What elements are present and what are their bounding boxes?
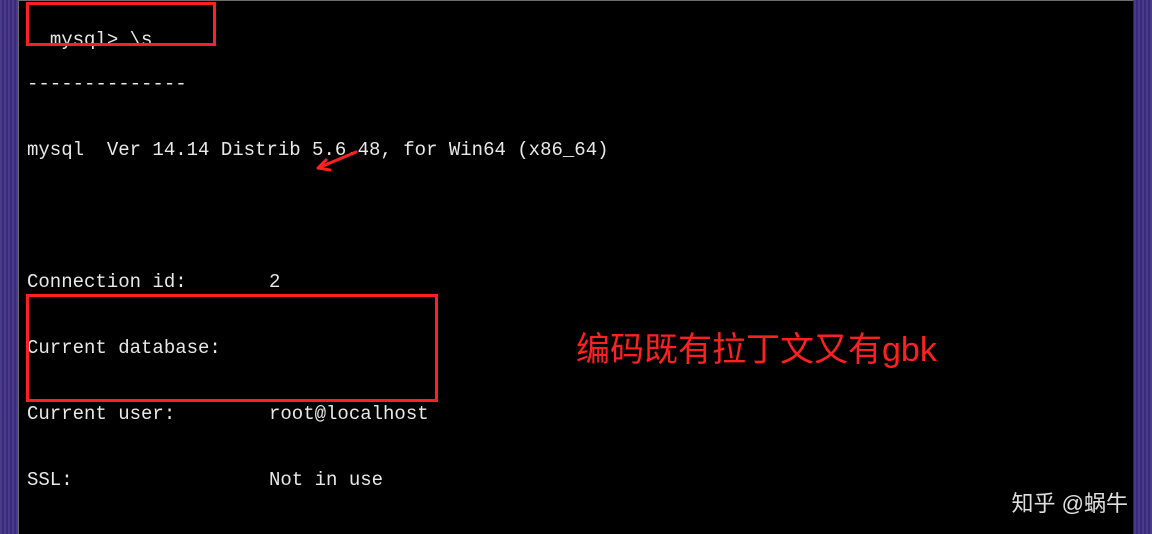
mysql-prompt: mysql> (50, 29, 118, 51)
prompt-line: mysql> \s (50, 29, 153, 51)
status-row: SSL:Not in use (27, 469, 1125, 491)
status-row: Connection id:2 (27, 271, 1125, 293)
divider-top: -------------- (27, 73, 1125, 95)
version-line: mysql Ver 14.14 Distrib 5.6.48, for Win6… (27, 139, 1125, 161)
terminal-area[interactable]: mysql> \s -------------- mysql Ver 14.14… (18, 0, 1134, 534)
status-row: Current database: (27, 337, 1125, 359)
status-row: Current user:root@localhost (27, 403, 1125, 425)
command-text: \s (130, 29, 153, 51)
blank-line (27, 205, 1125, 227)
